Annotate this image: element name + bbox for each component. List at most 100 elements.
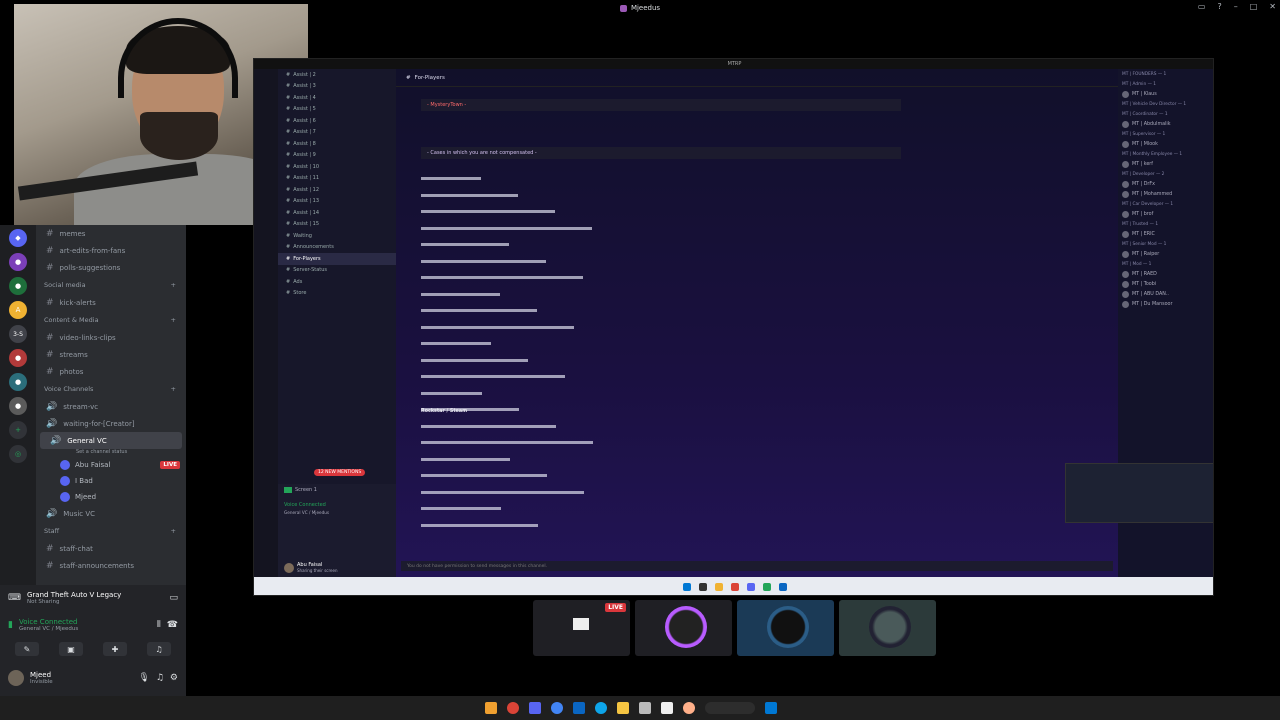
channel-category[interactable]: Social media +: [36, 276, 186, 294]
text-channel[interactable]: # staff-chat: [36, 540, 186, 557]
role-label: MT | FOUNDERS — 1: [1122, 71, 1167, 77]
server-icon[interactable]: ●: [9, 397, 27, 415]
stream-viewer[interactable]: MTRP # Assist | 2 # Assist | 3 # Assist | 4 # A…: [253, 58, 1214, 596]
headphones-icon[interactable]: ♫: [156, 673, 164, 683]
server-icon[interactable]: ◆: [9, 229, 27, 247]
chrome-icon[interactable]: [551, 702, 563, 714]
hash-icon: #: [46, 228, 54, 239]
discover-icon[interactable]: ◎: [9, 445, 27, 463]
channel-status[interactable]: Set a channel status: [36, 449, 186, 457]
stream-channel-item: # Assist | 15: [278, 219, 396, 231]
soundboard-button[interactable]: ♫: [147, 642, 171, 656]
pip-preview[interactable]: [1065, 463, 1213, 523]
text-channel[interactable]: # streams: [36, 346, 186, 363]
rule-text-line: [421, 177, 481, 180]
text-channel[interactable]: # polls-suggestions: [36, 259, 186, 276]
inbox-icon[interactable]: ▭: [1198, 2, 1206, 11]
voice-channel[interactable]: 🔊 waiting-for-[Creator]: [36, 415, 186, 432]
text-channel[interactable]: # art-edits-from-fans: [36, 242, 186, 259]
discord-icon[interactable]: [529, 702, 541, 714]
new-mentions-badge[interactable]: 12 NEW MENTIONS: [314, 469, 366, 476]
add-channel-icon[interactable]: +: [171, 527, 176, 535]
participant-tile[interactable]: LIVE: [533, 600, 630, 656]
voice-user[interactable]: I Bad: [36, 473, 186, 489]
server-icon[interactable]: ●: [9, 373, 27, 391]
stream-channel-item: # Assist | 9: [278, 150, 396, 162]
text-channel[interactable]: # memes: [36, 225, 186, 242]
activities-button[interactable]: ✚: [103, 642, 127, 656]
hash-icon: #: [46, 349, 54, 360]
server-icon[interactable]: 3-S: [9, 325, 27, 343]
member-item: MT | ERIC: [1118, 229, 1213, 239]
screen-share-button[interactable]: ▣: [59, 642, 83, 656]
voice-connected-label: Voice Connected: [18, 618, 78, 626]
text-channel[interactable]: # photos: [36, 363, 186, 380]
add-channel-icon[interactable]: +: [171, 316, 176, 324]
edge-icon[interactable]: [595, 702, 607, 714]
voice-channel[interactable]: 🔊 stream-vc: [36, 398, 186, 415]
member-item: MT | Raiper: [1118, 249, 1213, 259]
channel-category[interactable]: Staff +: [36, 522, 186, 540]
disconnect-icon[interactable]: ☎: [167, 620, 178, 630]
category-label: Staff: [44, 527, 60, 535]
minimize-button[interactable]: –: [1234, 2, 1238, 11]
camera-button[interactable]: ✎: [15, 642, 39, 656]
message-input[interactable]: You do not have permission to send messa…: [401, 561, 1113, 571]
role-label: MT | Vehicle Dev Director — 1: [1122, 101, 1187, 107]
channel-category[interactable]: Content & Media +: [36, 311, 186, 329]
server-icon[interactable]: A: [9, 301, 27, 319]
voice-user[interactable]: Mjeed: [36, 489, 186, 505]
member-name: MT | Klaus: [1132, 91, 1157, 97]
share-screen-icon[interactable]: ▭: [169, 593, 178, 603]
taskbar-app-icon[interactable]: [573, 702, 585, 714]
hash-icon: #: [286, 117, 291, 124]
add-channel-icon[interactable]: +: [171, 281, 176, 289]
rule-text-line: [421, 259, 546, 263]
server-icon[interactable]: ●: [9, 277, 27, 295]
text-channel[interactable]: # kick-alerts: [36, 294, 186, 311]
taskbar-app-icon[interactable]: [507, 702, 519, 714]
live-badge: LIVE: [605, 603, 626, 612]
server-icon[interactable]: ●: [9, 349, 27, 367]
avatar: [1122, 210, 1129, 218]
participant-tile[interactable]: [737, 600, 834, 656]
microphone-icon[interactable]: 🎙: [138, 673, 149, 683]
taskbar-search[interactable]: [705, 702, 755, 714]
taskbar-app-icon[interactable]: [683, 702, 695, 714]
speaker-icon: 🔊: [46, 418, 58, 429]
add-channel-icon[interactable]: +: [171, 385, 176, 393]
voice-user[interactable]: Abu Faisal LIVE: [36, 457, 186, 473]
maximize-button[interactable]: □: [1250, 2, 1258, 11]
rule-text-line: [421, 523, 538, 527]
stream-channel-name: Assist | 14: [293, 209, 320, 216]
voice-channel[interactable]: 🔊 Music VC: [36, 505, 186, 522]
screen-icon: [284, 487, 292, 493]
taskbar-app-icon[interactable]: [639, 702, 651, 714]
channel-category[interactable]: Voice Channels +: [36, 380, 186, 398]
text-channel[interactable]: # video-links-clips: [36, 329, 186, 346]
server-icon[interactable]: ●: [9, 253, 27, 271]
close-button[interactable]: ✕: [1269, 2, 1276, 11]
avatar: [1122, 120, 1129, 128]
member-role-header: MT | Car Developer — 1: [1118, 199, 1213, 209]
member-name: MT | Du Mansoor: [1132, 301, 1173, 307]
windows-start-icon[interactable]: [765, 702, 777, 714]
file-explorer-icon[interactable]: [617, 702, 629, 714]
member-role-header: MT | Mod — 1: [1118, 259, 1213, 269]
noise-suppression-icon[interactable]: ⦀: [157, 620, 161, 630]
avatar: [1122, 230, 1129, 238]
hash-icon: #: [286, 71, 291, 78]
avatar: [1122, 180, 1129, 188]
add-server-icon[interactable]: +: [9, 421, 27, 439]
settings-gear-icon[interactable]: ⚙: [170, 673, 178, 683]
help-icon[interactable]: ?: [1217, 2, 1221, 11]
taskbar-app-icon[interactable]: [485, 702, 497, 714]
participant-tile[interactable]: [839, 600, 936, 656]
avatar[interactable]: [8, 670, 24, 686]
participant-tile[interactable]: [635, 600, 732, 656]
text-channel[interactable]: # staff-announcements: [36, 557, 186, 574]
avatar: [1122, 160, 1129, 168]
taskbar-app-icon: [762, 583, 771, 591]
voice-channel[interactable]: 🔊 General VC: [40, 432, 182, 449]
taskbar-app-icon[interactable]: [661, 702, 673, 714]
